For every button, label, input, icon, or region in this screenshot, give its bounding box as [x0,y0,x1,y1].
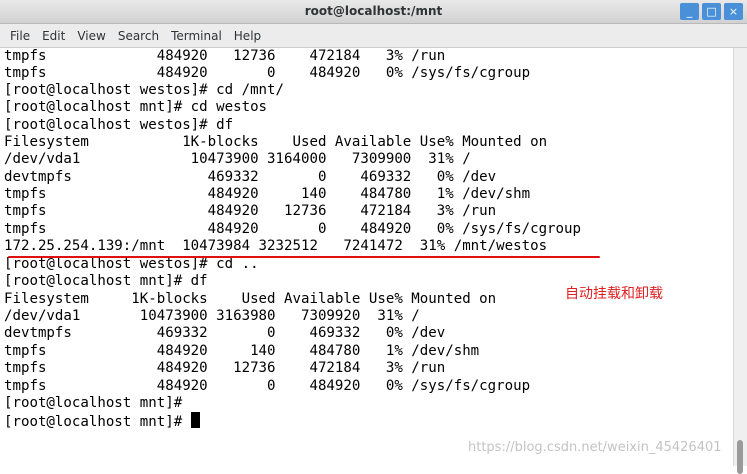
terminal-line: [root@localhost westos]# cd /mnt/ [4,82,285,98]
terminal-line: tmpfs 484920 12736 472184 3% /run [4,360,446,376]
terminal-line: [root@localhost mnt]# cd westos [4,99,268,115]
terminal-line: tmpfs 484920 140 484780 1% /dev/shm [4,186,531,202]
text-cursor [190,412,200,428]
terminal-line-nfs-mount: 172.25.254.139:/mnt 10473984 3232512 724… [4,238,548,254]
terminal-line: /dev/vda1 10473900 3163980 7309920 31% / [4,308,420,324]
terminal-line: [root@localhost mnt]# [4,395,183,411]
window-controls: _ □ × [680,3,743,20]
terminal-line: Filesystem 1K-blocks Used Available Use%… [4,291,497,307]
window-title: root@localhost:/mnt [304,4,443,18]
terminal-line: [root@localhost westos]# cd .. [4,256,259,272]
terminal-line: tmpfs 484920 0 484920 0% /sys/fs/cgroup [4,65,531,81]
menu-terminal[interactable]: Terminal [165,29,228,43]
terminal-line: tmpfs 484920 0 484920 0% /sys/fs/cgroup [4,221,581,237]
prompt-text: [root@localhost mnt]# [4,414,191,430]
annotation-text: 自动挂载和卸载 [565,286,663,302]
terminal-line: [root@localhost westos]# df [4,117,234,133]
menu-bar: File Edit View Search Terminal Help [0,24,747,48]
terminal-line: tmpfs 484920 12736 472184 3% /run [4,203,497,219]
terminal-line: devtmpfs 469332 0 469332 0% /dev [4,169,497,185]
terminal-line: tmpfs 484920 140 484780 1% /dev/shm [4,343,480,359]
menu-view[interactable]: View [71,29,111,43]
title-bar: root@localhost:/mnt _ □ × [0,0,747,24]
vertical-scrollbar[interactable] [733,48,747,474]
terminal-line: tmpfs 484920 12736 472184 3% /run [4,48,446,64]
terminal-line: tmpfs 484920 0 484920 0% /sys/fs/cgroup [4,378,531,394]
terminal-line: [root@localhost mnt]# df [4,273,208,289]
menu-search[interactable]: Search [112,29,165,43]
red-underline-annotation [8,256,600,258]
maximize-button[interactable]: □ [702,3,721,20]
terminal-line: devtmpfs 469332 0 469332 0% /dev [4,325,446,341]
menu-file[interactable]: File [4,29,36,43]
scrollbar-thumb[interactable] [737,440,743,474]
menu-edit[interactable]: Edit [36,29,71,43]
terminal-line: /dev/vda1 10473900 3164000 7309900 31% / [4,151,471,167]
watermark-text: https://blog.csdn.net/weixin_45426401 [468,440,722,455]
menu-help[interactable]: Help [228,29,267,43]
minimize-button[interactable]: _ [680,3,699,20]
close-button[interactable]: × [724,3,743,20]
terminal-line: Filesystem 1K-blocks Used Available Use%… [4,134,548,150]
terminal-prompt-line: [root@localhost mnt]# [4,412,200,430]
